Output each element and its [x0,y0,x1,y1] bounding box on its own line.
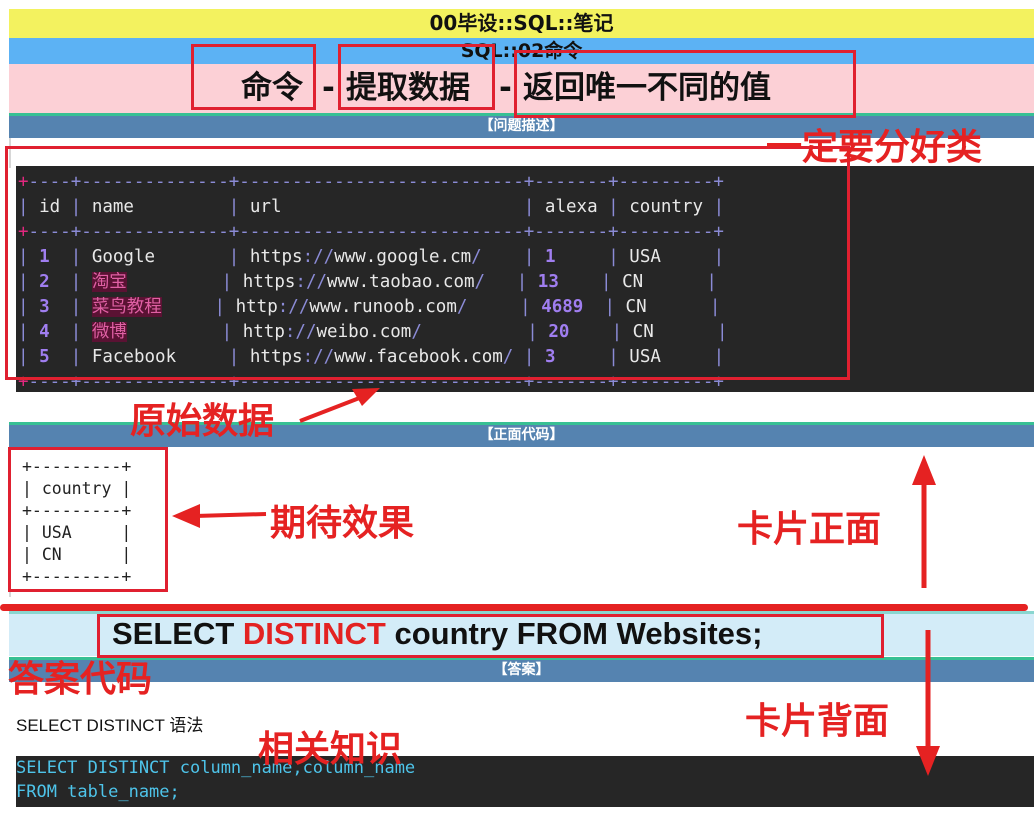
arrow-expected-icon [172,504,267,528]
arrow-raw-data-icon [299,388,380,423]
annotation-arrows [172,388,940,776]
arrow-down-icon [916,630,940,776]
arrow-up-icon [912,455,936,588]
